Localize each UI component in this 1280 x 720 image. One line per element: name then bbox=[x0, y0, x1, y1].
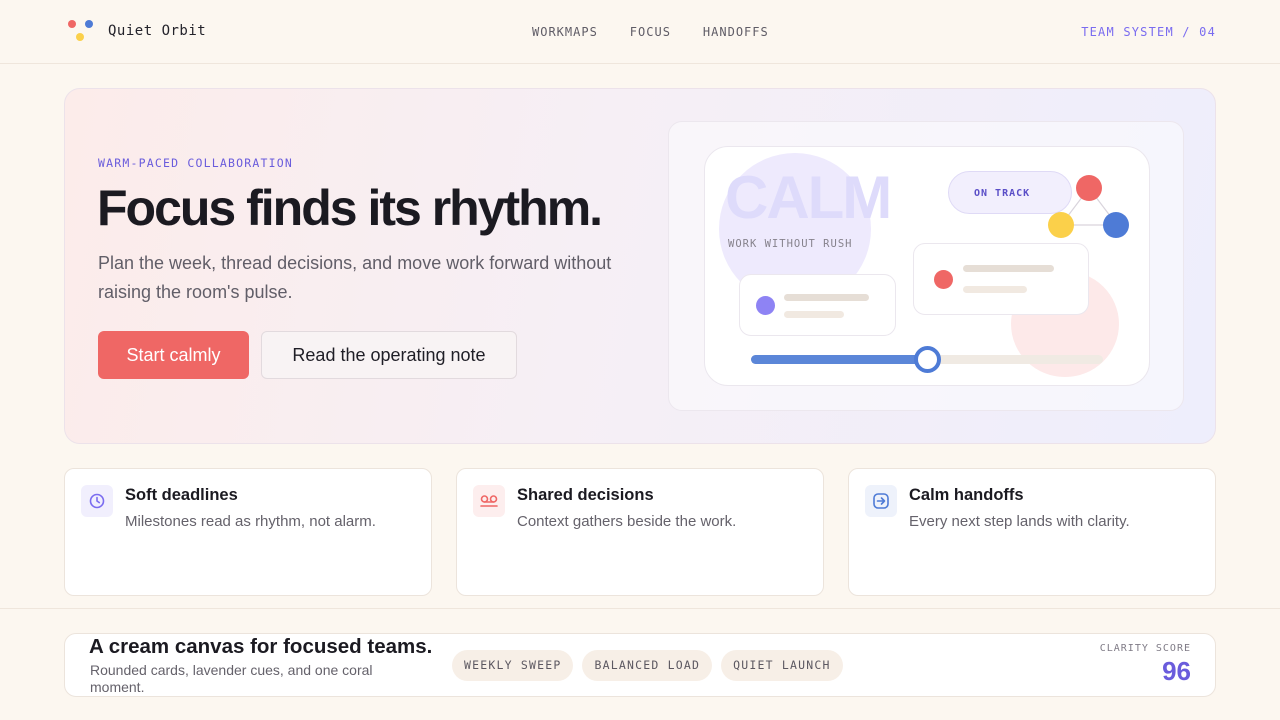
chip-list: WEEKLY SWEEP BALANCED LOAD QUIET LAUNCH bbox=[452, 650, 843, 681]
task-card-right bbox=[913, 243, 1089, 315]
clock-icon bbox=[81, 485, 113, 517]
brand-name[interactable]: Quiet Orbit bbox=[108, 23, 206, 39]
start-calmly-button[interactable]: Start calmly bbox=[98, 331, 249, 379]
chip-weekly-sweep[interactable]: WEEKLY SWEEP bbox=[452, 650, 574, 681]
network-node-coral bbox=[1076, 175, 1102, 201]
clarity-score-label: CLARITY SCORE bbox=[1099, 643, 1191, 654]
hero-illustration-panel: CALM WORK WITHOUT RUSH ON TRACK bbox=[668, 121, 1184, 411]
feature-card-shared-decisions: Shared decisions Context gathers beside … bbox=[456, 468, 824, 596]
feature-title: Calm handoffs bbox=[909, 486, 1024, 504]
band-desc: Rounded cards, lavender cues, and one co… bbox=[90, 662, 373, 695]
chip-quiet-launch[interactable]: QUIET LAUNCH bbox=[721, 650, 843, 681]
hero-eyebrow: WARM-PACED COLLABORATION bbox=[98, 156, 293, 170]
feature-title: Shared decisions bbox=[517, 486, 654, 504]
chip-balanced-load[interactable]: BALANCED LOAD bbox=[582, 650, 713, 681]
read-operating-note-button[interactable]: Read the operating note bbox=[261, 331, 517, 379]
main-nav: WORKMAPS FOCUS HANDOFFS bbox=[532, 25, 769, 39]
team-system-label: TEAM SYSTEM / 04 bbox=[1081, 25, 1216, 39]
hero-subtitle: Plan the week, thread decisions, and mov… bbox=[98, 253, 612, 302]
progress-track bbox=[751, 346, 1103, 373]
summary-band: A cream canvas for focused teams. Rounde… bbox=[64, 633, 1216, 697]
task-card-left bbox=[739, 274, 896, 336]
network-node-blue bbox=[1103, 212, 1129, 238]
illustration-card: CALM WORK WITHOUT RUSH ON TRACK bbox=[704, 146, 1150, 386]
clarity-score-value: 96 bbox=[1162, 656, 1191, 686]
band-title: A cream canvas for focused teams. bbox=[89, 635, 433, 658]
hero-section: WARM-PACED COLLABORATION Focus finds its… bbox=[64, 88, 1216, 444]
status-pill-label: ON TRACK bbox=[974, 188, 1031, 199]
feature-desc: Context gathers beside the work. bbox=[517, 513, 737, 530]
feature-title: Soft deadlines bbox=[125, 486, 238, 504]
nav-link-workmaps[interactable]: WORKMAPS bbox=[532, 25, 598, 39]
nav-link-focus[interactable]: FOCUS bbox=[630, 25, 671, 39]
feature-desc: Every next step lands with clarity. bbox=[909, 513, 1130, 530]
nav-link-handoffs[interactable]: HANDOFFS bbox=[703, 25, 769, 39]
progress-knob[interactable] bbox=[914, 346, 941, 373]
progress-fill bbox=[751, 355, 927, 364]
hero-title: Focus finds its rhythm. bbox=[97, 180, 603, 236]
top-navigation-bar: Quiet Orbit WORKMAPS FOCUS HANDOFFS TEAM… bbox=[0, 0, 1280, 64]
status-pill: ON TRACK bbox=[948, 171, 1072, 214]
network-node-yellow bbox=[1048, 212, 1074, 238]
arrow-right-box-icon bbox=[865, 485, 897, 517]
feature-card-calm-handoffs: Calm handoffs Every next step lands with… bbox=[848, 468, 1216, 596]
voicemail-icon bbox=[473, 485, 505, 517]
section-divider bbox=[0, 608, 1280, 609]
brand-logo-icon[interactable] bbox=[66, 18, 96, 44]
feature-card-soft-deadlines: Soft deadlines Milestones read as rhythm… bbox=[64, 468, 432, 596]
feature-desc: Milestones read as rhythm, not alarm. bbox=[125, 513, 376, 530]
